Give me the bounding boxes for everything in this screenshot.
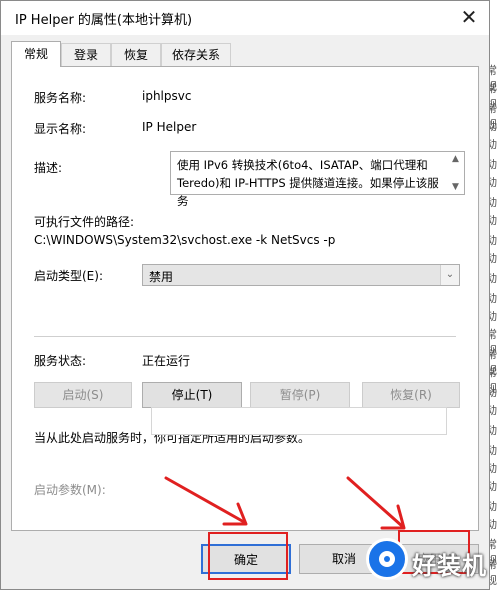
watermark-logo-icon: [366, 538, 408, 580]
startup-type-select[interactable]: 禁用 ⌄: [142, 264, 460, 286]
description-scrollbar[interactable]: ▲ ▼: [448, 152, 464, 194]
window-title: IP Helper 的属性(本地计算机): [15, 13, 193, 28]
divider: [34, 336, 456, 337]
ok-highlight-box: [208, 532, 288, 580]
description-label: 描述:: [34, 161, 63, 175]
arrow-to-apply-icon: [346, 476, 406, 530]
watermark: 好装机: [366, 536, 500, 590]
start-button[interactable]: 启动(S): [34, 382, 132, 408]
scroll-down-icon[interactable]: ▼: [452, 182, 459, 192]
exe-path-label: 可执行文件的路径:: [34, 215, 135, 229]
tab-dependencies[interactable]: 依存关系: [161, 43, 231, 66]
display-name-label: 显示名称:: [34, 122, 87, 136]
close-button[interactable]: ✕: [449, 1, 489, 35]
service-name-value: iphlpsvc: [142, 89, 192, 103]
startup-type-label: 启动类型(E):: [34, 269, 103, 283]
service-status-value: 正在运行: [142, 354, 191, 368]
general-panel: 服务名称: iphlpsvc 显示名称: IP Helper 描述: 使用 IP…: [11, 66, 479, 531]
tab-recovery[interactable]: 恢复: [111, 43, 161, 66]
description-box[interactable]: 使用 IPv6 转换技术(6to4、ISATAP、端口代理和 Teredo)和 …: [170, 151, 465, 208]
startup-type-value: 禁用: [149, 270, 174, 284]
stop-button[interactable]: 停止(T): [142, 382, 242, 408]
resume-button[interactable]: 恢复(R): [362, 382, 460, 408]
arrow-to-ok-icon: [164, 476, 248, 526]
tab-general[interactable]: 常规: [11, 41, 61, 67]
start-params-label: 启动参数(M):: [34, 483, 106, 497]
description-text: 使用 IPv6 转换技术(6to4、ISATAP、端口代理和 Teredo)和 …: [177, 158, 439, 208]
service-status-label: 服务状态:: [34, 354, 87, 368]
title-bar: IP Helper 的属性(本地计算机) ✕: [1, 1, 489, 35]
tab-logon[interactable]: 登录: [61, 43, 111, 66]
display-name-value: IP Helper: [142, 120, 197, 134]
watermark-text: 好装机: [412, 552, 487, 580]
start-params-input[interactable]: [151, 407, 447, 435]
scroll-up-icon[interactable]: ▲: [452, 154, 459, 164]
pause-button[interactable]: 暂停(P): [250, 382, 350, 408]
service-name-label: 服务名称:: [34, 91, 87, 105]
chevron-down-icon[interactable]: ⌄: [440, 265, 459, 285]
exe-path-value: C:\WINDOWS\System32\svchost.exe -k NetSv…: [34, 233, 336, 247]
